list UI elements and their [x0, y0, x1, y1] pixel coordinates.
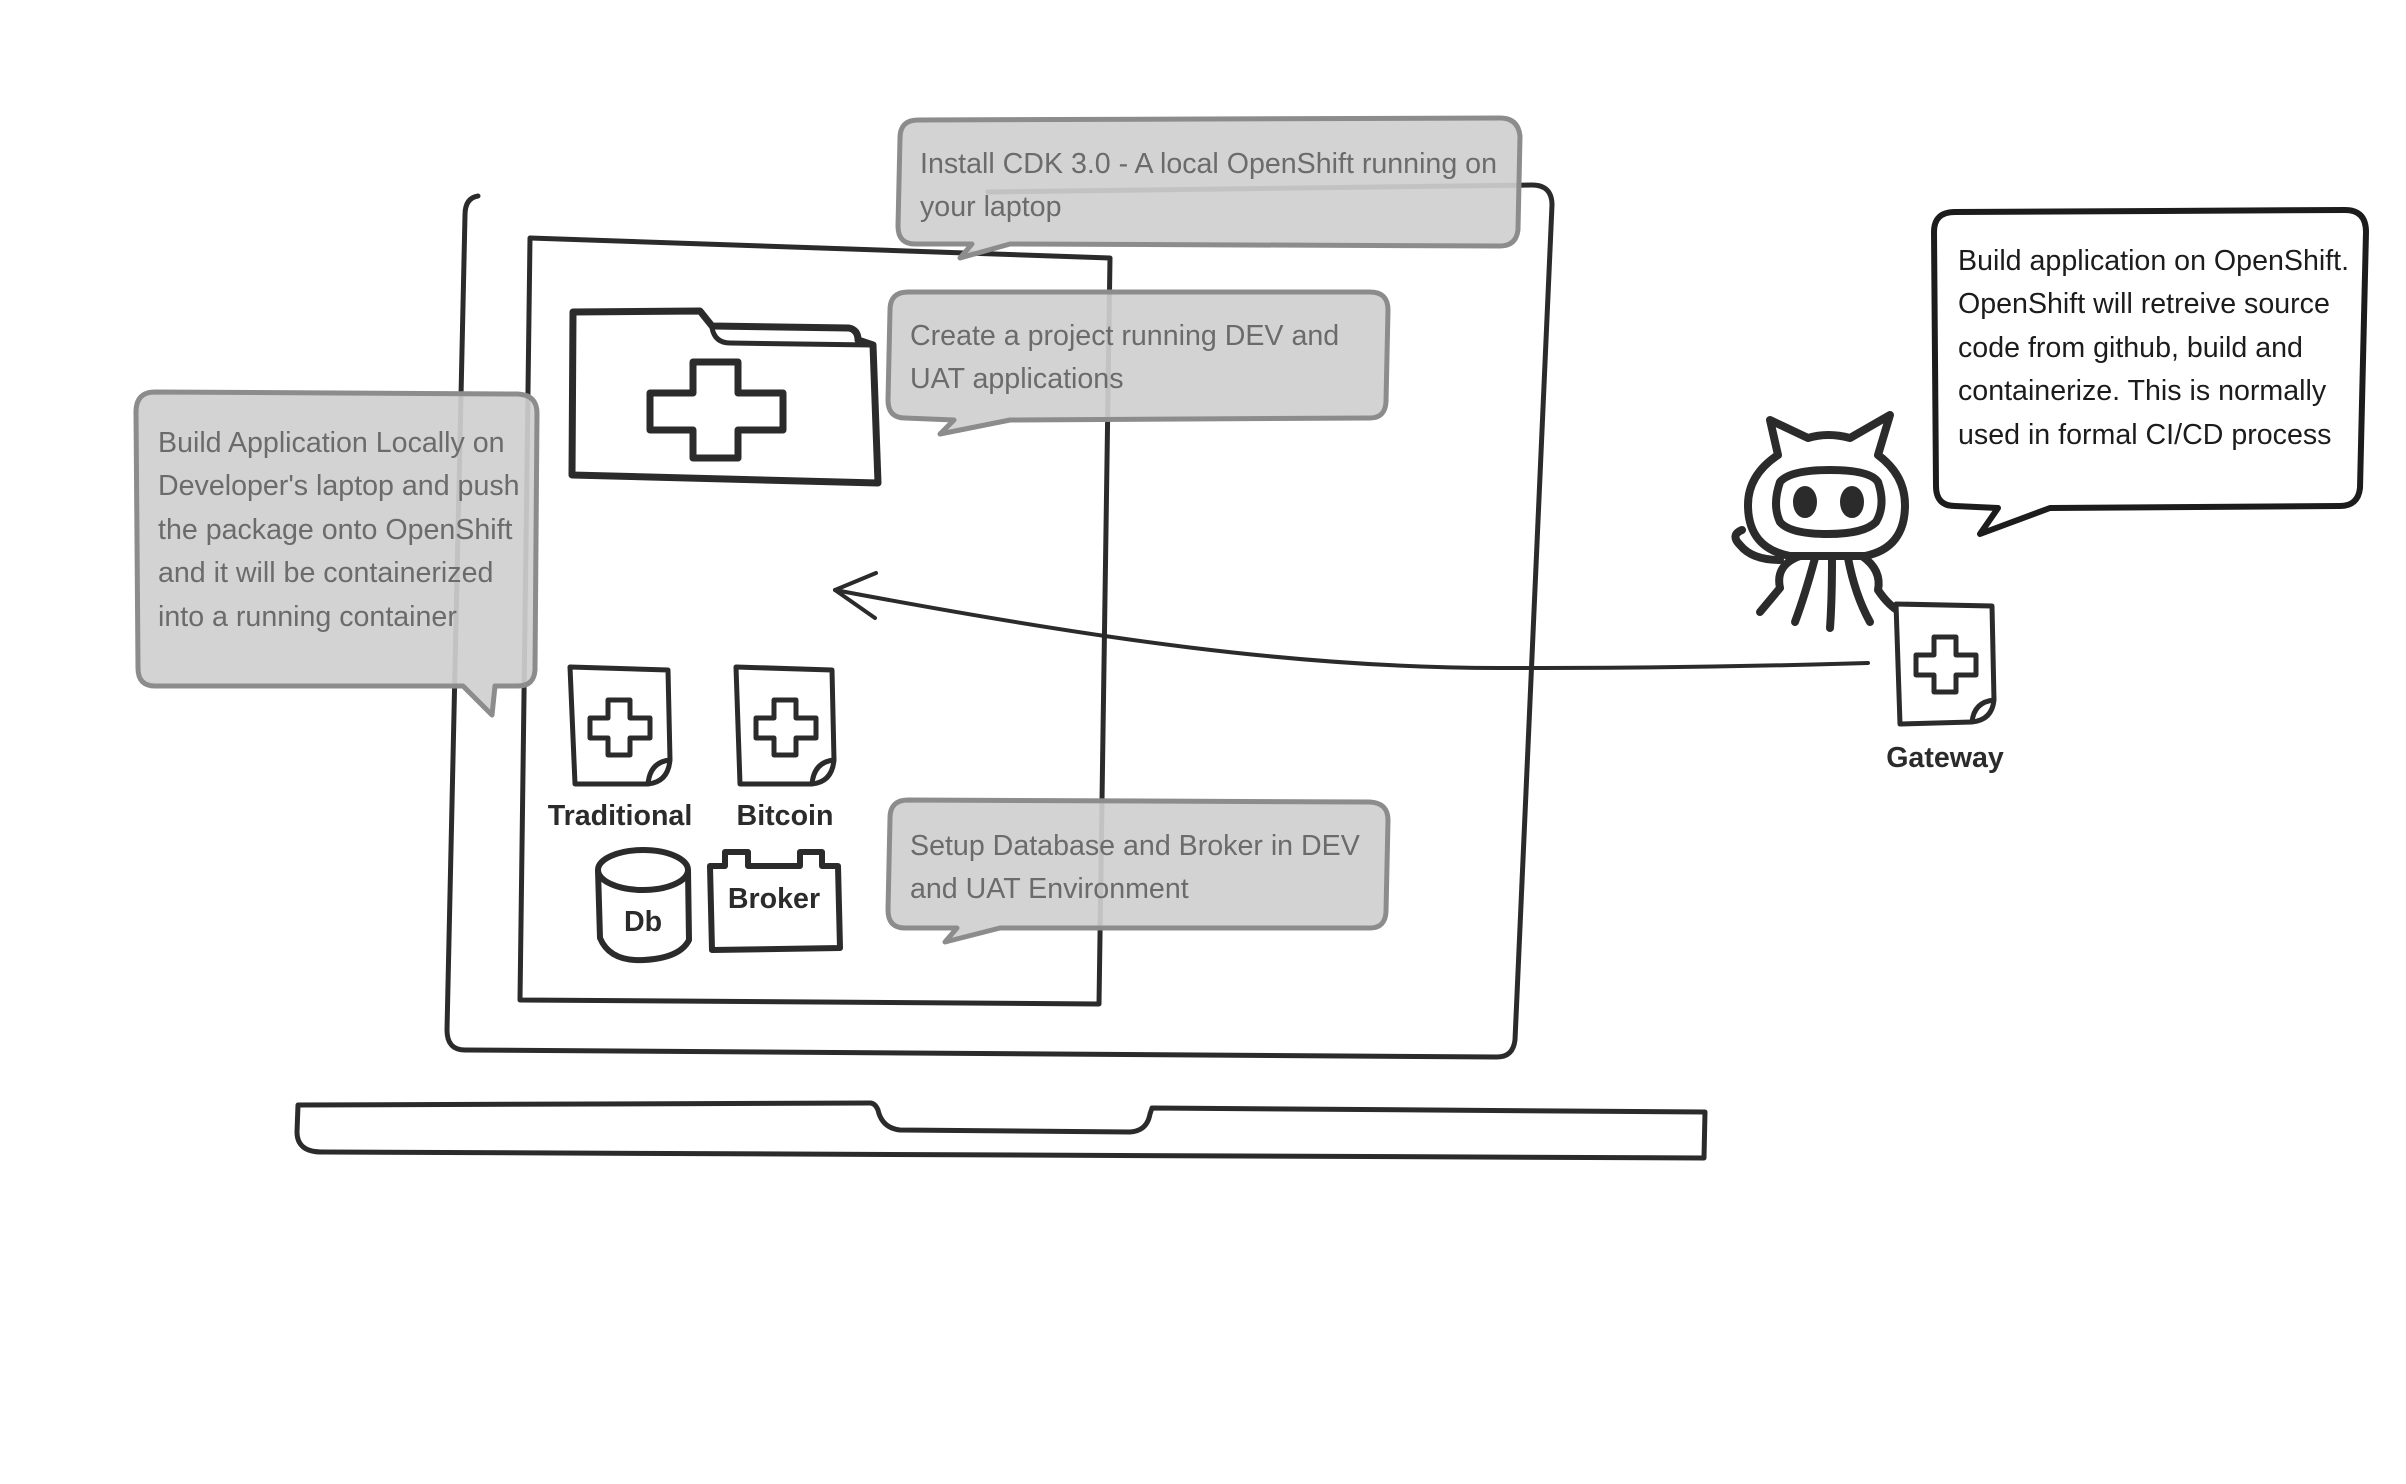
laptop-base [294, 1100, 1708, 1161]
document-plus-icon [567, 664, 673, 787]
install-cdk-text: Install CDK 3.0 - A local OpenShift runn… [920, 148, 1497, 224]
broker-label: Broker [727, 883, 821, 915]
create-project-text: Create a project running DEV and UAT app… [910, 320, 1340, 396]
bitcoin-label: Bitcoin [736, 800, 834, 832]
folder-plus-icon [568, 307, 882, 487]
db-label: Db [623, 906, 663, 938]
document-plus-icon [733, 664, 837, 787]
gateway-label: Gateway [1886, 742, 2004, 774]
build-openshift-text: Build application on OpenShift. OpenShif… [1958, 245, 2350, 451]
setup-db-text: Setup Database and Broker in DEV and UAT… [910, 830, 1360, 906]
deploy-arrow [833, 588, 1870, 671]
traditional-label: Traditional [547, 800, 693, 832]
build-local-text: Build Application Locally on Developer's… [158, 427, 520, 633]
document-plus-icon [1893, 601, 1997, 727]
github-octocat-icon [1731, 411, 1909, 632]
